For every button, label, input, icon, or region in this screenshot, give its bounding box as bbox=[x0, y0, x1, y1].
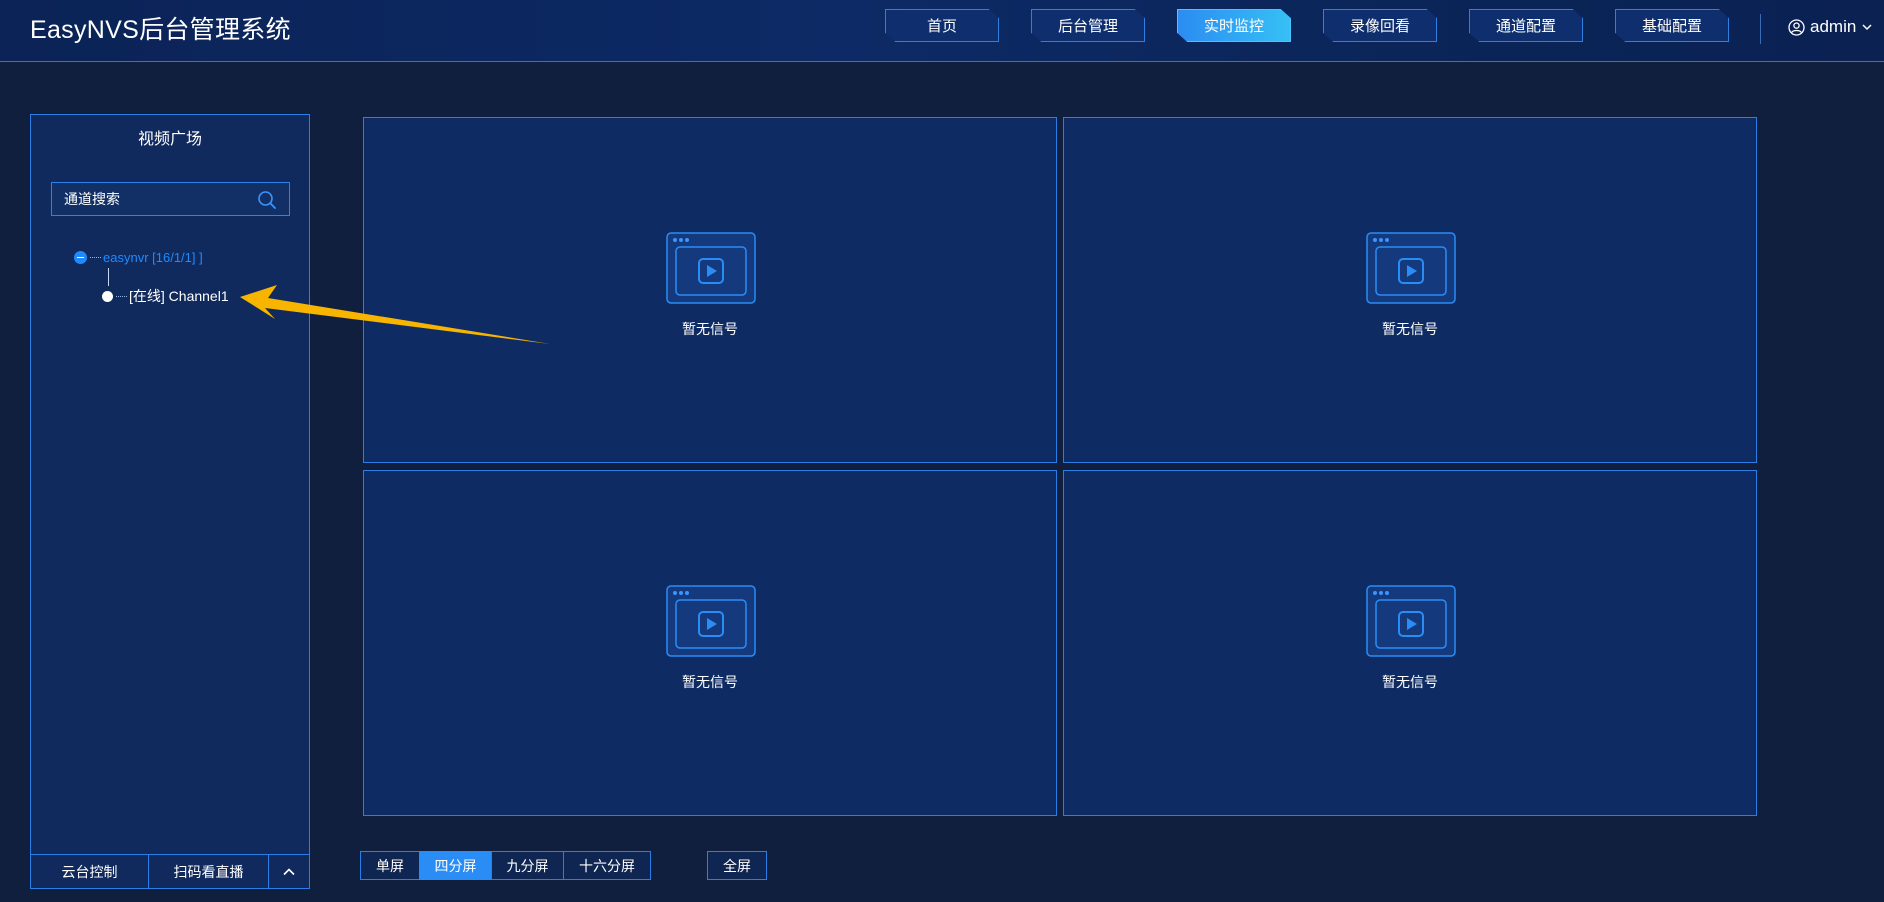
tree-node-channel1[interactable]: [在线] Channel1 bbox=[102, 287, 229, 305]
nav-tab-channel-config[interactable]: 通道配置 bbox=[1469, 9, 1583, 42]
split-layout-selector: 单屏 四分屏 九分屏 十六分屏 bbox=[360, 851, 651, 880]
no-signal-text: 暂无信号 bbox=[1382, 674, 1438, 690]
fullscreen-button[interactable]: 全屏 bbox=[707, 851, 767, 880]
nav-tab-admin[interactable]: 后台管理 bbox=[1031, 9, 1145, 42]
video-player-icon bbox=[666, 585, 756, 657]
layout-quad-button[interactable]: 四分屏 bbox=[419, 851, 492, 880]
tree-node-easynvr[interactable]: easynvr [16/1/1] ] bbox=[74, 248, 203, 266]
nav-divider bbox=[1760, 14, 1761, 44]
user-menu[interactable]: admin bbox=[1788, 16, 1873, 38]
nav-tab-basic-config[interactable]: 基础配置 bbox=[1615, 9, 1729, 42]
online-status-dot-icon bbox=[102, 290, 113, 302]
app-title: EasyNVS后台管理系统 bbox=[30, 16, 291, 44]
video-player-icon bbox=[1366, 232, 1456, 304]
chevron-down-icon bbox=[1862, 24, 1872, 31]
tree-connector bbox=[90, 256, 101, 258]
video-player-icon bbox=[1366, 585, 1456, 657]
channel-search-input[interactable] bbox=[52, 183, 289, 215]
video-cell-3[interactable]: 暂无信号 bbox=[363, 470, 1057, 816]
collapse-minus-icon[interactable] bbox=[74, 250, 87, 264]
panel-footer: 云台控制 扫码看直播 bbox=[31, 854, 309, 888]
nav-tab-playback[interactable]: 录像回看 bbox=[1323, 9, 1437, 42]
video-player-icon bbox=[666, 232, 756, 304]
video-cell-2[interactable]: 暂无信号 bbox=[1063, 117, 1757, 463]
video-cell-4[interactable]: 暂无信号 bbox=[1063, 470, 1757, 816]
layout-sixteen-button[interactable]: 十六分屏 bbox=[563, 851, 651, 880]
tree-connector bbox=[116, 295, 127, 297]
nav-tab-home[interactable]: 首页 bbox=[885, 9, 999, 42]
search-icon[interactable] bbox=[257, 190, 277, 210]
collapse-panel-button[interactable] bbox=[269, 855, 309, 888]
video-square-panel: 视频广场 easynvr [16/1/1] ] [在线] Channel1 云台… bbox=[30, 114, 310, 889]
tree-child-label: [在线] Channel1 bbox=[129, 288, 229, 304]
no-signal-text: 暂无信号 bbox=[682, 321, 738, 337]
video-cell-1[interactable]: 暂无信号 bbox=[363, 117, 1057, 463]
no-signal-text: 暂无信号 bbox=[682, 674, 738, 690]
user-name: admin bbox=[1810, 17, 1857, 36]
top-header: EasyNVS后台管理系统 首页 后台管理 实时监控 录像回看 通道配置 基础配… bbox=[0, 0, 1884, 62]
layout-nine-button[interactable]: 九分屏 bbox=[491, 851, 564, 880]
user-circle-icon bbox=[1788, 18, 1805, 36]
nav-tab-live-monitor[interactable]: 实时监控 bbox=[1177, 9, 1291, 42]
channel-search bbox=[51, 182, 290, 216]
tree-root-label: easynvr [16/1/1] ] bbox=[103, 249, 203, 265]
scan-live-button[interactable]: 扫码看直播 bbox=[149, 855, 269, 888]
tree-branch-line bbox=[108, 268, 109, 286]
layout-single-button[interactable]: 单屏 bbox=[360, 851, 420, 880]
chevron-up-icon bbox=[283, 867, 295, 875]
no-signal-text: 暂无信号 bbox=[1382, 321, 1438, 337]
panel-title: 视频广场 bbox=[137, 131, 202, 148]
ptz-control-button[interactable]: 云台控制 bbox=[31, 855, 149, 888]
